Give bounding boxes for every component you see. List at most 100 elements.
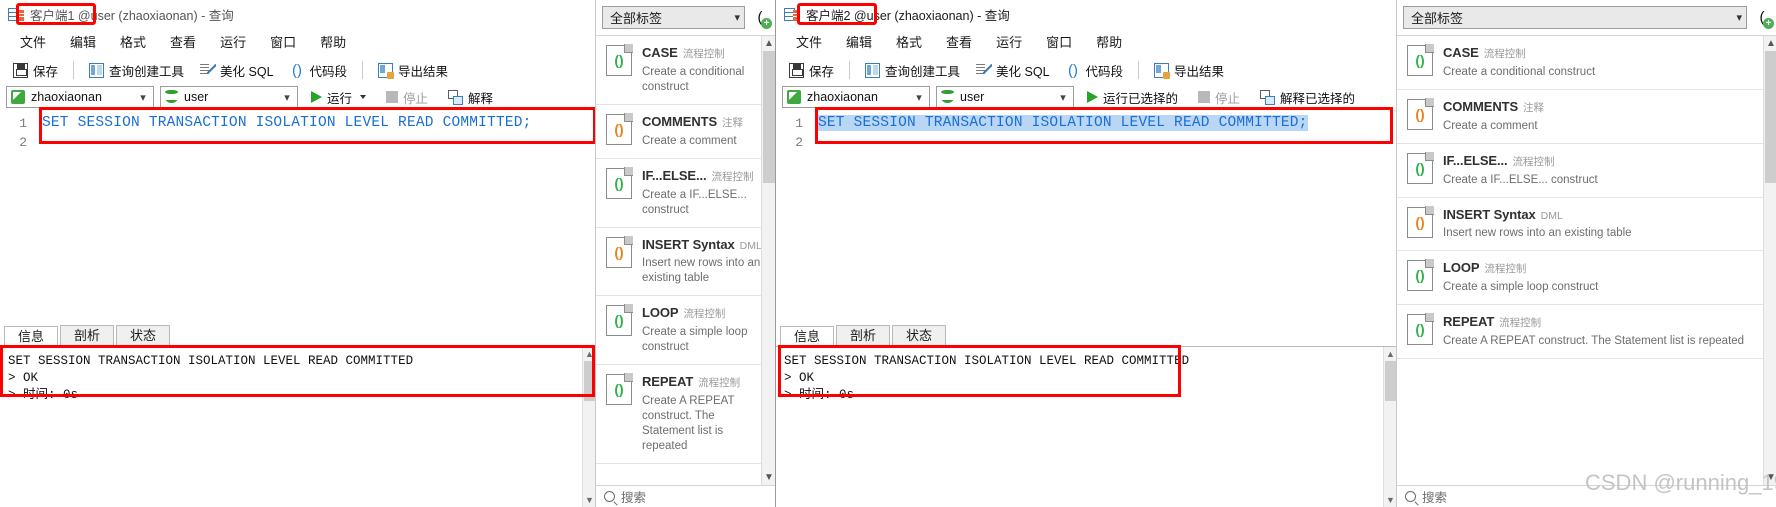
menu-run[interactable]: 运行 bbox=[984, 30, 1034, 56]
list-item[interactable]: () COMMENTS 注释 Create a comment bbox=[596, 105, 775, 159]
save-button[interactable]: 保存 bbox=[782, 59, 841, 82]
snippet-body: IF...ELSE... 流程控制 Create a IF...ELSE... c… bbox=[1443, 153, 1769, 188]
add-snippet-button[interactable]: (+ bbox=[749, 7, 772, 29]
snippet-body: REPEAT 流程控制 Create A REPEAT construct. Th… bbox=[642, 374, 767, 454]
snippet-title: IF...ELSE... bbox=[642, 168, 707, 183]
list-item[interactable]: () IF...ELSE... 流程控制 Create a IF...ELSE..… bbox=[1397, 144, 1776, 198]
menu-help[interactable]: 帮助 bbox=[1084, 30, 1134, 56]
list-item[interactable]: () COMMENTS 注释 Create a comment bbox=[1397, 90, 1776, 144]
scroll-up-icon[interactable]: ▲ bbox=[1764, 36, 1776, 51]
scroll-up-icon[interactable]: ▲ bbox=[762, 36, 775, 51]
menu-window[interactable]: 窗口 bbox=[258, 30, 308, 56]
connection-select[interactable]: zhaoxiaonan ▾ bbox=[782, 86, 930, 108]
snippet-panel-client1: 全部标签 ▾ (+ () CASE 流程控制 Create a condition… bbox=[595, 0, 775, 507]
beautify-sql-label: 美化 SQL bbox=[996, 64, 1050, 79]
snippet-tag: 流程控制 bbox=[1499, 317, 1542, 329]
tab-status[interactable]: 状态 bbox=[116, 325, 171, 346]
snippet-list[interactable]: () CASE 流程控制 Create a conditional constru… bbox=[1397, 35, 1776, 485]
snippet-panel-client2: 全部标签 ▾ (+ () CASE 流程控制 Create a condition… bbox=[1396, 0, 1776, 507]
explain-label: 解释 bbox=[468, 91, 494, 106]
menu-file[interactable]: 文件 bbox=[784, 30, 834, 56]
tab-info[interactable]: 信息 bbox=[4, 326, 59, 347]
scrollbar-thumb[interactable] bbox=[763, 51, 775, 183]
list-item[interactable]: () LOOP 流程控制 Create a simple loop constru… bbox=[596, 296, 775, 365]
list-item[interactable]: () REPEAT 流程控制 Create A REPEAT construct.… bbox=[1397, 305, 1776, 359]
beautify-sql-button[interactable]: 美化 SQL bbox=[193, 59, 281, 82]
menu-format[interactable]: 格式 bbox=[108, 30, 158, 56]
export-result-label: 导出结果 bbox=[1174, 64, 1225, 79]
query-builder-button[interactable]: 查询创建工具 bbox=[82, 59, 191, 82]
snippet-tag: DML bbox=[1540, 210, 1563, 222]
menu-file[interactable]: 文件 bbox=[8, 30, 58, 56]
save-label: 保存 bbox=[809, 64, 835, 79]
tab-info[interactable]: 信息 bbox=[780, 326, 835, 347]
scrollbar-thumb[interactable] bbox=[584, 361, 595, 401]
save-button[interactable]: 保存 bbox=[6, 59, 65, 82]
list-item[interactable]: () LOOP 流程控制 Create a simple loop constru… bbox=[1397, 251, 1776, 305]
list-item[interactable]: () CASE 流程控制 Create a conditional constru… bbox=[1397, 36, 1776, 90]
add-snippet-button[interactable]: (+ bbox=[1751, 7, 1774, 29]
toolbar-separator bbox=[362, 61, 364, 79]
snippet-title: COMMENTS bbox=[1443, 99, 1519, 114]
menu-window[interactable]: 窗口 bbox=[1034, 30, 1084, 56]
connection-select[interactable]: zhaoxiaonan ▾ bbox=[6, 86, 154, 108]
tab-status[interactable]: 状态 bbox=[892, 325, 947, 346]
snippet-search-box[interactable]: 搜索 bbox=[596, 485, 775, 507]
export-result-button[interactable]: 导出结果 bbox=[371, 59, 455, 82]
snippet-scrollbar[interactable]: ▲ ▼ bbox=[761, 36, 775, 485]
explain-icon bbox=[1260, 89, 1276, 105]
database-icon bbox=[941, 90, 954, 104]
scrollbar-thumb[interactable] bbox=[1385, 361, 1396, 401]
results-scrollbar[interactable]: ▲ ▼ bbox=[582, 347, 595, 507]
menu-edit[interactable]: 编辑 bbox=[834, 30, 884, 56]
results-scrollbar[interactable]: ▲ ▼ bbox=[1383, 347, 1396, 507]
menu-help[interactable]: 帮助 bbox=[308, 30, 358, 56]
query-builder-button[interactable]: 查询创建工具 bbox=[858, 59, 967, 82]
scroll-down-icon[interactable]: ▼ bbox=[762, 470, 775, 485]
snippet-body: CASE 流程控制 Create a conditional construct bbox=[1443, 45, 1769, 80]
scrollbar-thumb[interactable] bbox=[1765, 51, 1776, 183]
database-select[interactable]: user ▾ bbox=[160, 86, 298, 108]
run-selected-button[interactable]: 运行已选择的 bbox=[1080, 86, 1185, 109]
snippet-title: INSERT Syntax bbox=[1443, 207, 1536, 222]
sql-statement: SET SESSION TRANSACTION ISOLATION LEVEL … bbox=[42, 115, 532, 131]
snippet-scrollbar[interactable]: ▲ ▼ bbox=[1763, 36, 1776, 485]
beautify-sql-button[interactable]: 美化 SQL bbox=[969, 59, 1057, 82]
tab-profile[interactable]: 剖析 bbox=[60, 325, 115, 346]
snippet-file-icon: () bbox=[1407, 44, 1434, 76]
list-item[interactable]: () INSERT Syntax DML Insert new rows into… bbox=[596, 228, 775, 296]
menu-format[interactable]: 格式 bbox=[884, 30, 934, 56]
window-title: 客户端1 @user (zhaoxiaonan) - 查询 bbox=[30, 9, 234, 23]
snippet-filter-select[interactable]: 全部标签 ▾ bbox=[1403, 6, 1747, 29]
snippet-filter-value: 全部标签 bbox=[1411, 11, 1464, 26]
list-item[interactable]: () IF...ELSE... 流程控制 Create a IF...ELSE..… bbox=[596, 159, 775, 228]
explain-selected-button[interactable]: 解释已选择的 bbox=[1253, 86, 1362, 109]
snippet-title: CASE bbox=[642, 45, 678, 60]
snippet-tag: 流程控制 bbox=[683, 308, 726, 320]
export-result-button[interactable]: 导出结果 bbox=[1147, 59, 1231, 82]
snippet-title: INSERT Syntax bbox=[642, 237, 735, 252]
tab-profile[interactable]: 剖析 bbox=[836, 325, 891, 346]
sql-statement-selected: SET SESSION TRANSACTION ISOLATION LEVEL … bbox=[818, 115, 1308, 131]
snippet-list[interactable]: () CASE 流程控制 Create a conditional constru… bbox=[596, 35, 775, 485]
code-snippet-button[interactable]: () 代码段 bbox=[1059, 59, 1131, 82]
code-snippet-button[interactable]: () 代码段 bbox=[283, 59, 355, 82]
snippet-desc: Create A REPEAT construct. The Statement… bbox=[1443, 335, 1745, 347]
snippet-filter-select[interactable]: 全部标签 ▾ bbox=[602, 6, 745, 29]
menu-view[interactable]: 查看 bbox=[158, 30, 208, 56]
list-item[interactable]: () INSERT Syntax DML Insert new rows into… bbox=[1397, 198, 1776, 251]
explain-button[interactable]: 解释 bbox=[441, 86, 500, 109]
snippet-body: COMMENTS 注释 Create a comment bbox=[642, 114, 767, 149]
run-dropdown-icon[interactable] bbox=[360, 95, 367, 99]
snippet-file-icon: () bbox=[606, 373, 633, 405]
query-builder-label: 查询创建工具 bbox=[109, 64, 185, 79]
list-item[interactable]: () CASE 流程控制 Create a conditional constru… bbox=[596, 36, 775, 105]
chevron-down-icon: ▾ bbox=[1060, 91, 1066, 104]
run-button[interactable]: 运行 bbox=[304, 86, 373, 109]
menu-view[interactable]: 查看 bbox=[934, 30, 984, 56]
menu-edit[interactable]: 编辑 bbox=[58, 30, 108, 56]
list-item[interactable]: () REPEAT 流程控制 Create A REPEAT construct.… bbox=[596, 365, 775, 464]
database-select[interactable]: user ▾ bbox=[936, 86, 1074, 108]
snippet-tag: 流程控制 bbox=[711, 171, 754, 183]
menu-run[interactable]: 运行 bbox=[208, 30, 258, 56]
